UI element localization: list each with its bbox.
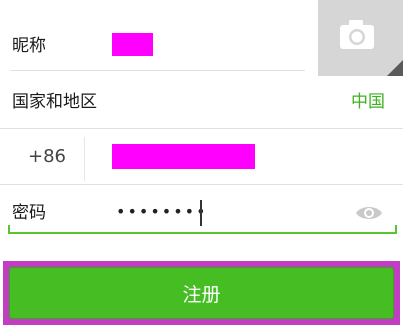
avatar-upload[interactable]: [318, 0, 403, 76]
region-label: 国家和地区: [12, 92, 97, 112]
password-focus-underline: [8, 232, 397, 234]
phone-divider: [84, 137, 85, 181]
region-value[interactable]: 中国: [351, 92, 385, 112]
country-code[interactable]: +86: [28, 147, 66, 167]
camera-icon: [340, 20, 403, 76]
register-button[interactable]: 注册: [9, 267, 394, 319]
phone-input[interactable]: [112, 144, 255, 169]
nickname-input[interactable]: [112, 33, 153, 56]
phone-underline: [0, 184, 403, 185]
password-input[interactable]: ••••••••: [116, 202, 208, 222]
password-label: 密码: [12, 203, 46, 223]
eye-icon[interactable]: [355, 204, 383, 226]
nickname-underline: [10, 70, 305, 71]
register-button-label: 注册: [182, 283, 221, 306]
region-underline: [0, 128, 403, 129]
nickname-label: 昵称: [12, 36, 46, 56]
text-caret: [200, 200, 202, 226]
